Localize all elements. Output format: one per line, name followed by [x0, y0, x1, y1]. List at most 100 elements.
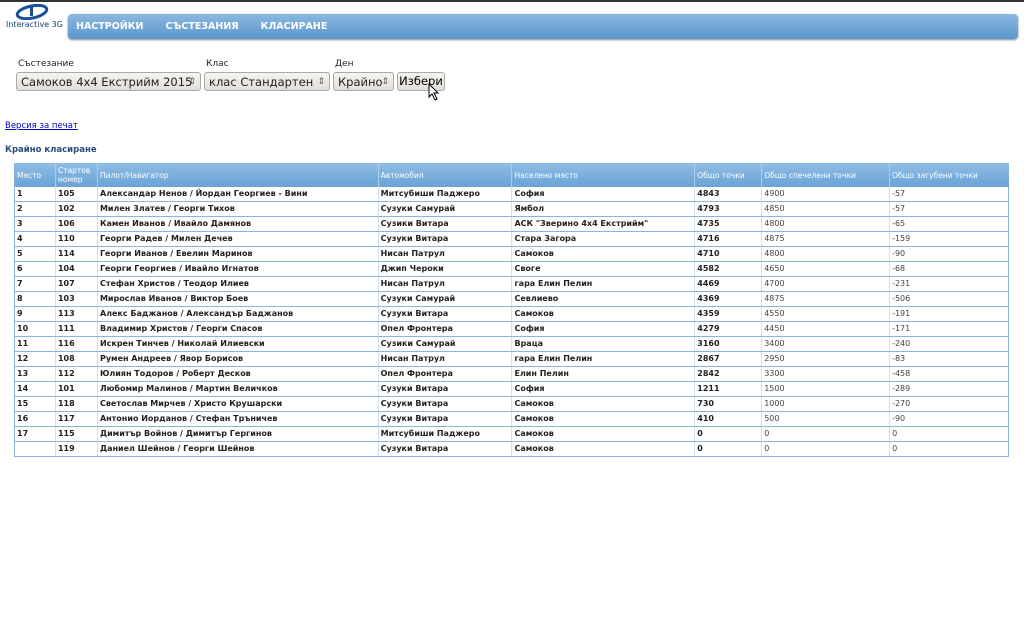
cell-points-lost: -65: [889, 216, 1009, 232]
cell-town: Своге: [511, 261, 695, 277]
header-points-won: Общо спечелени точки: [761, 163, 890, 187]
cell-points-lost: -57: [889, 187, 1009, 202]
cell-points-lost: 0: [889, 426, 1009, 442]
cell-points-won: 0: [761, 426, 890, 442]
cell-total-points: 0: [694, 426, 762, 442]
cell-car: Митсубиши Паджеро: [377, 187, 512, 202]
cell-car: Опел Фронтера: [377, 321, 512, 337]
cell-points-won: 4650: [761, 261, 890, 277]
select-arrows-icon: ⇕: [317, 77, 325, 87]
cell-points-lost: -191: [889, 306, 1009, 322]
cell-start-number: 114: [54, 246, 98, 262]
nav-competitions[interactable]: СЪСТЕЗАНИЯ: [165, 14, 238, 39]
table-row: 16 117 Антонио Иорданов / Стефан Тръничев С…: [14, 411, 1009, 427]
table-row: 8 103 Мирослав Иванов / Виктор Боев Сузуки …: [14, 291, 1009, 307]
cell-place: 6: [14, 261, 56, 277]
cell-town: АСК "Зверино 4x4 Екстрийм": [511, 216, 695, 232]
cell-car: Сузуки Самурай: [377, 201, 512, 217]
cell-total-points: 1211: [694, 381, 762, 397]
competition-label: Състезание: [18, 59, 74, 69]
table-row: 14 101 Любомир Малинов / Мартин Величков Су…: [14, 381, 1009, 397]
table-row: 119 Даниел Шейнов / Георги Шейнов Сузуки В…: [14, 441, 1009, 457]
cell-total-points: 4843: [694, 187, 762, 202]
cell-points-won: 4875: [761, 231, 890, 247]
cell-pilot-navigator: Юлиян Тодоров / Роберт Десков: [96, 366, 379, 382]
cell-place: 4: [14, 231, 56, 247]
cell-car: Сузуки Витара: [377, 441, 512, 457]
cell-car: Митсубиши Паджеро: [377, 426, 512, 442]
cell-start-number: 110: [54, 231, 98, 247]
cell-pilot-navigator: Георги Георгиев / Ивайло Игнатов: [96, 261, 379, 277]
cell-start-number: 105: [54, 187, 98, 202]
table-row: 9 113 Алекс Баджанов / Александър Баджанов…: [14, 306, 1009, 322]
class-label: Клас: [206, 59, 229, 69]
cell-car: Сузуки Витара: [377, 306, 512, 322]
header-start-number: Стартов номер: [54, 163, 98, 187]
cell-car: Сузуки Витара: [377, 411, 512, 427]
cell-total-points: 4369: [694, 291, 762, 307]
competition-select[interactable]: Самоков 4x4 Екстрийм 2015 ⇕: [16, 72, 201, 91]
cell-place: 12: [14, 351, 56, 367]
class-select[interactable]: клас Стандартен ⇕: [204, 72, 330, 91]
day-value: Крайно: [338, 75, 383, 89]
cell-place: 17: [14, 426, 56, 442]
cell-place: 13: [14, 366, 56, 382]
cell-points-lost: -83: [889, 351, 1009, 367]
cell-town: гара Елин Пелин: [511, 351, 695, 367]
print-version-link[interactable]: Версия за печат: [5, 121, 78, 131]
cell-place: 15: [14, 396, 56, 412]
cell-pilot-navigator: Светослав Мирчев / Христо Крушарски: [96, 396, 379, 412]
cell-pilot-navigator: Любомир Малинов / Мартин Величков: [96, 381, 379, 397]
cell-place: 7: [14, 276, 56, 292]
cell-points-won: 4850: [761, 201, 890, 217]
cell-points-lost: -231: [889, 276, 1009, 292]
competition-value: Самоков 4x4 Екстрийм 2015: [21, 75, 193, 89]
cell-pilot-navigator: Румен Андреев / Явор Борисов: [96, 351, 379, 367]
day-select[interactable]: Крайно ⇕: [333, 72, 394, 91]
cell-points-won: 4800: [761, 216, 890, 232]
cell-town: Самоков: [511, 441, 695, 457]
cell-start-number: 116: [54, 336, 98, 352]
cell-points-lost: -159: [889, 231, 1009, 247]
logo[interactable]: Interactive 3G: [4, 4, 63, 30]
select-arrows-icon: ⇕: [188, 77, 196, 87]
cell-place: 8: [14, 291, 56, 307]
cell-car: Сузуки Витара: [377, 396, 512, 412]
cell-pilot-navigator: Антонио Иорданов / Стефан Тръничев: [96, 411, 379, 427]
cell-car: Джип Чероки: [377, 261, 512, 277]
select-arrows-icon: ⇕: [381, 77, 389, 87]
cell-total-points: 4359: [694, 306, 762, 322]
cell-town: Самоков: [511, 306, 695, 322]
cell-pilot-navigator: Владимир Христов / Георги Спасов: [96, 321, 379, 337]
nav-settings[interactable]: НАСТРОЙКИ: [76, 14, 143, 39]
cell-car: Нисан Патрул: [377, 276, 512, 292]
cell-pilot-navigator: Димитър Войнов / Димитър Гергинов: [96, 426, 379, 442]
cell-points-won: 4450: [761, 321, 890, 337]
day-label: Ден: [335, 59, 354, 69]
cell-points-won: 1000: [761, 396, 890, 412]
cell-start-number: 118: [54, 396, 98, 412]
cell-car: Нисан Патрул: [377, 351, 512, 367]
cell-place: 1: [14, 187, 56, 202]
cell-town: София: [511, 321, 695, 337]
table-row: 12 108 Румен Андреев / Явор Борисов Нисан П…: [14, 351, 1009, 367]
cell-town: Самоков: [511, 246, 695, 262]
cell-car: Сузики Витара: [377, 216, 512, 232]
cell-car: Сузуки Витара: [377, 381, 512, 397]
cell-place: 16: [14, 411, 56, 427]
cell-points-won: 4875: [761, 291, 890, 307]
nav-rankings[interactable]: КЛАСИРАНЕ: [261, 14, 328, 39]
cell-town: Враца: [511, 336, 695, 352]
cell-pilot-navigator: Стефан Христов / Теодор Илиев: [96, 276, 379, 292]
cell-pilot-navigator: Камен Иванов / Ивайло Дамянов: [96, 216, 379, 232]
cell-points-lost: -240: [889, 336, 1009, 352]
cell-points-won: 0: [761, 441, 890, 457]
cell-town: Самоков: [511, 396, 695, 412]
cell-town: Самоков: [511, 411, 695, 427]
cell-points-won: 4700: [761, 276, 890, 292]
table-row: 11 116 Искрен Тинчев / Николай Илиевски Суз…: [14, 336, 1009, 352]
logo-icon: [15, 4, 49, 20]
cell-points-lost: -90: [889, 411, 1009, 427]
cell-start-number: 113: [54, 306, 98, 322]
cell-car: Нисан Патрул: [377, 246, 512, 262]
